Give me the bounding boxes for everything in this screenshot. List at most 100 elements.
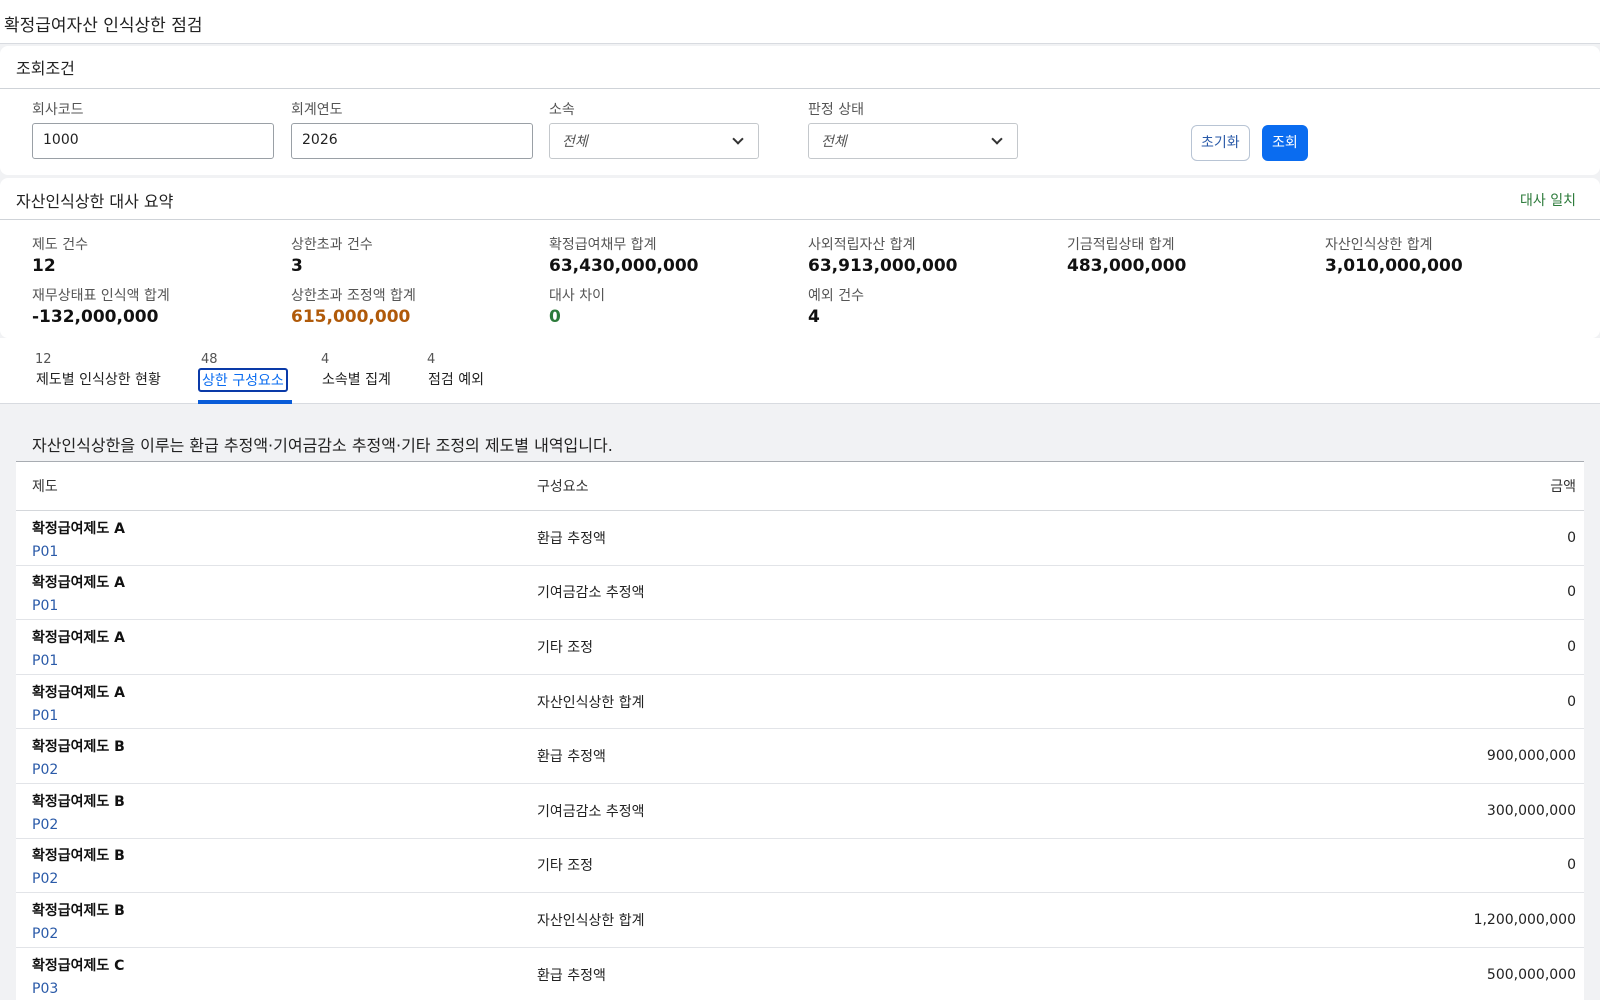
plan-name: 확정급여제도 C [32, 957, 125, 974]
table-row[interactable]: 확정급여제도 B P02 자산인식상한 합계 1,200,000,000 [16, 893, 1584, 948]
tab-affiliation-summary[interactable]: 4 소속별 집계 [320, 352, 393, 390]
metric-exception-count: 예외 건수 4 [808, 285, 864, 327]
tab-bar: 12 제도별 인식상한 현황 48 상한 구성요소 4 소속별 집계 4 점검 … [0, 338, 1600, 404]
component-cell: 환급 추정액 [537, 749, 606, 766]
tab-plan-status[interactable]: 12 제도별 인식상한 현황 [34, 352, 163, 390]
component-cell: 자산인식상한 합계 [537, 694, 645, 711]
search-button[interactable]: 조회 [1262, 125, 1308, 161]
column-header-plan[interactable]: 제도 [16, 476, 531, 496]
tab-count: 48 [201, 352, 218, 367]
plan-code: P01 [32, 543, 59, 560]
table-row[interactable]: 확정급여제도 A P01 기여금감소 추정액 0 [16, 566, 1584, 621]
table-row[interactable]: 확정급여제도 B P02 환급 추정액 900,000,000 [16, 729, 1584, 784]
fiscal-year-input[interactable]: 2026 [291, 123, 533, 159]
metric-label: 상한초과 건수 [291, 237, 373, 253]
company-code-field: 회사코드 1000 [32, 99, 274, 159]
metric-bs-recognized-total: 재무상태표 인식액 합계 -132,000,000 [32, 285, 170, 327]
judgment-status-select-value: 전체 [821, 134, 847, 150]
component-cell: 기타 조정 [537, 639, 593, 656]
table-row[interactable]: 확정급여제도 A P01 기타 조정 0 [16, 620, 1584, 675]
metric-value: -132,000,000 [32, 307, 159, 327]
amount-cell: 0 [1567, 857, 1576, 874]
affiliation-field: 소속 전체 [549, 99, 759, 159]
amount-cell: 0 [1567, 638, 1576, 655]
component-cell: 환급 추정액 [537, 967, 606, 984]
metric-asset-ceiling-total: 자산인식상한 합계 3,010,000,000 [1325, 234, 1463, 276]
chevron-down-icon [991, 133, 1003, 145]
component-cell: 기여금감소 추정액 [537, 803, 645, 820]
affiliation-select[interactable]: 전체 [549, 123, 759, 159]
metric-value: 3,010,000,000 [1325, 256, 1463, 276]
search-panel-header: 조회조건 [0, 46, 1600, 89]
judgment-status-select[interactable]: 전체 [808, 123, 1018, 159]
judgment-status-field: 판정 상태 전체 [808, 99, 1018, 159]
plan-cell: 확정급여제도 B P02 [16, 843, 531, 887]
search-form: 회사코드 1000 회계연도 2026 소속 전체 판정 상태 전체 초기화 조… [0, 89, 1600, 175]
metric-value: 615,000,000 [291, 307, 411, 327]
metric-label: 확정급여채무 합계 [549, 237, 657, 253]
tab-label: 제도별 인식상한 현황 [36, 372, 161, 388]
tab-description: 자산인식상한을 이루는 환급 추정액·기여금감소 추정액·기타 조정의 제도별 … [16, 404, 1584, 462]
tab-label: 상한 구성요소 [198, 368, 288, 392]
summary-panel-title: 자산인식상한 대사 요약 [16, 191, 174, 211]
summary-panel: 자산인식상한 대사 요약 대사 일치 제도 건수 12 상한초과 건수 3 확정… [0, 178, 1600, 338]
amount-cell: 0 [1567, 693, 1576, 710]
metric-over-limit-count: 상한초과 건수 3 [291, 234, 373, 276]
table-row[interactable]: 확정급여제도 A P01 자산인식상한 합계 0 [16, 675, 1584, 730]
metric-value: 0 [549, 307, 561, 327]
plan-code: P03 [32, 980, 59, 997]
recon-status-badge: 대사 일치 [1520, 192, 1576, 209]
table-row[interactable]: 확정급여제도 B P02 기타 조정 0 [16, 839, 1584, 894]
component-cell: 기타 조정 [537, 858, 593, 875]
search-panel: 조회조건 회사코드 1000 회계연도 2026 소속 전체 판정 상태 전체 … [0, 46, 1600, 175]
page-title: 확정급여자산 인식상한 점검 [0, 0, 1600, 44]
amount-cell: 500,000,000 [1486, 966, 1576, 983]
table-row[interactable]: 확정급여제도 A P01 환급 추정액 0 [16, 511, 1584, 566]
column-header-amount[interactable]: 금액 [1031, 476, 1584, 496]
page-title-text: 확정급여자산 인식상한 점검 [4, 16, 203, 36]
metric-label: 예외 건수 [808, 288, 864, 304]
plan-name: 확정급여제도 A [32, 684, 125, 701]
reset-button[interactable]: 초기화 [1191, 125, 1250, 161]
plan-cell: 확정급여제도 A P01 [16, 680, 531, 724]
metric-value: 63,913,000,000 [808, 256, 958, 276]
metric-value: 63,430,000,000 [549, 256, 699, 276]
metric-plan-assets-total: 사외적립자산 합계 63,913,000,000 [808, 234, 958, 276]
table-row[interactable]: 확정급여제도 C P03 환급 추정액 500,000,000 [16, 948, 1584, 1000]
plan-cell: 확정급여제도 A P01 [16, 516, 531, 560]
tab-label: 점검 예외 [428, 372, 484, 388]
metric-over-limit-adj-total: 상한초과 조정액 합계 615,000,000 [291, 285, 416, 327]
plan-cell: 확정급여제도 B P02 [16, 734, 531, 778]
tab-ceiling-components[interactable]: 48 상한 구성요소 [198, 352, 288, 392]
metric-label: 기금적립상태 합계 [1067, 237, 1175, 253]
metric-label: 상한초과 조정액 합계 [291, 288, 416, 304]
plan-name: 확정급여제도 B [32, 739, 125, 756]
plan-code: P01 [32, 598, 59, 615]
components-table: 제도 구성요소 금액 확정급여제도 A P01 환급 추정액 0 확정급여제도 A P01… [16, 462, 1584, 1000]
plan-cell: 확정급여제도 A P01 [16, 625, 531, 669]
metric-dbo-total: 확정급여채무 합계 63,430,000,000 [549, 234, 699, 276]
table-row[interactable]: 확정급여제도 B P02 기여금감소 추정액 300,000,000 [16, 784, 1584, 839]
metric-label: 제도 건수 [32, 237, 88, 253]
plan-name: 확정급여제도 A [32, 520, 125, 537]
metric-value: 3 [291, 256, 303, 276]
amount-cell: 0 [1567, 584, 1576, 601]
active-tab-indicator [198, 400, 292, 404]
fiscal-year-field: 회계연도 2026 [291, 99, 533, 159]
search-panel-title: 조회조건 [16, 59, 75, 78]
summary-metrics: 제도 건수 12 상한초과 건수 3 확정급여채무 합계 63,430,000,… [0, 220, 1600, 338]
tab-exceptions[interactable]: 4 점검 예외 [426, 352, 486, 390]
company-code-input[interactable]: 1000 [32, 123, 274, 159]
tab-count: 4 [427, 352, 436, 367]
chevron-down-icon [732, 133, 744, 145]
plan-name: 확정급여제도 A [32, 629, 125, 646]
component-cell: 기여금감소 추정액 [537, 585, 645, 602]
component-cell: 환급 추정액 [537, 530, 606, 547]
table-body: 확정급여제도 A P01 환급 추정액 0 확정급여제도 A P01 기여금감소 추정액 0 확… [16, 511, 1584, 1000]
metric-label: 자산인식상한 합계 [1325, 237, 1433, 253]
plan-code: P02 [32, 871, 59, 888]
column-header-component[interactable]: 구성요소 [531, 476, 1031, 496]
plan-code: P02 [32, 816, 59, 833]
amount-cell: 0 [1567, 529, 1576, 546]
metric-recon-diff: 대사 차이 0 [549, 285, 605, 327]
